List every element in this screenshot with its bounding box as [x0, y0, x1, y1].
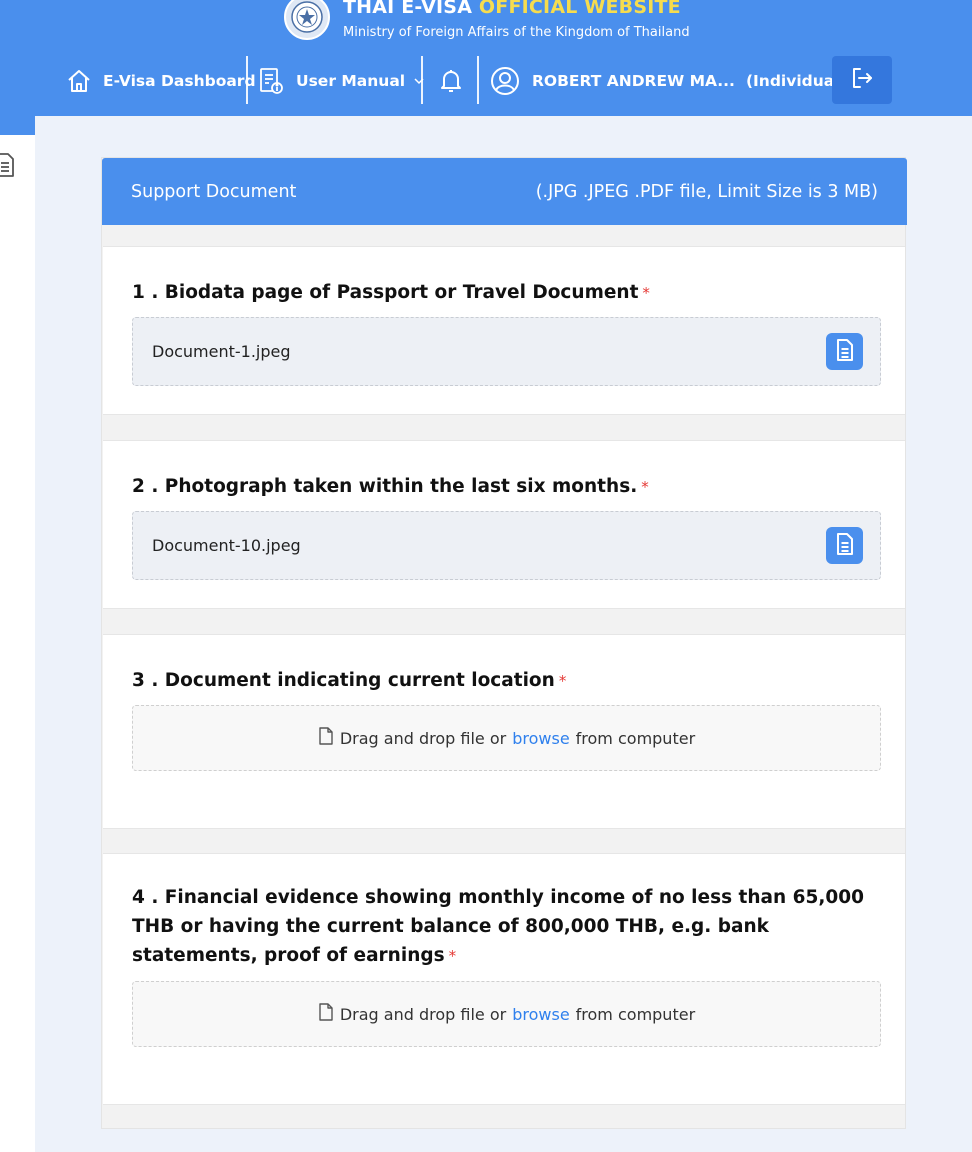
sidebar-item-active[interactable]: [0, 106, 35, 135]
section-title-text: 2 . Photograph taken within the last six…: [132, 476, 638, 497]
browse-link[interactable]: browse: [512, 1005, 569, 1024]
nav-user-manual-label: User Manual: [296, 72, 406, 90]
top-header: THAI E-VISA OFFICIAL WEBSITE Ministry of…: [0, 0, 972, 116]
dropzone-text: Drag and drop file or: [339, 1004, 507, 1024]
file-document-icon: [835, 532, 855, 560]
ministry-seal-logo: [284, 0, 330, 40]
sidebar: [0, 106, 35, 1152]
dropzone-text-suffix: from computer: [575, 728, 696, 748]
document-section-3: 3 . Document indicating current location…: [103, 634, 905, 829]
nav-dashboard[interactable]: E-Visa Dashboard: [66, 56, 256, 106]
notifications-button[interactable]: [439, 56, 463, 106]
section-title: 1 . Biodata page of Passport or Travel D…: [132, 278, 877, 308]
section-title: 3 . Document indicating current location…: [132, 666, 877, 696]
file-name: Document-1.jpeg: [152, 342, 291, 361]
site-title-highlight: OFFICIAL WEBSITE: [478, 0, 681, 18]
file-name: Document-10.jpeg: [152, 536, 301, 555]
document-section-2: 2 . Photograph taken within the last six…: [103, 440, 905, 609]
card-header: Support Document (.JPG .JPEG .PDF file, …: [102, 158, 907, 225]
file-limit-note: (.JPG .JPEG .PDF file, Limit Size is 3 M…: [535, 181, 878, 202]
bell-icon: [439, 68, 463, 94]
uploaded-file: Document-10.jpeg: [132, 511, 881, 580]
dropzone-text: Drag and drop file or: [339, 728, 507, 748]
required-marker: *: [642, 284, 650, 302]
logout-button[interactable]: [832, 56, 892, 104]
nav-divider: [246, 56, 248, 104]
user-profile-menu[interactable]: ROBERT ANDREW MA... (Individual): [490, 56, 847, 106]
user-avatar-icon: [490, 66, 520, 96]
nav-dashboard-label: E-Visa Dashboard: [103, 72, 256, 90]
view-file-button[interactable]: [826, 527, 863, 564]
section-title-text: 3 . Document indicating current location: [132, 670, 555, 691]
logout-icon: [849, 65, 875, 95]
nav-divider: [477, 56, 479, 104]
browse-link[interactable]: browse: [512, 729, 569, 748]
document-section-1: 1 . Biodata page of Passport or Travel D…: [103, 246, 905, 415]
site-title-main: THAI E-VISA: [343, 0, 479, 18]
uploaded-file: Document-1.jpeg: [132, 317, 881, 386]
user-name: ROBERT ANDREW MA...: [532, 72, 735, 90]
nav-divider: [421, 56, 423, 104]
required-marker: *: [558, 672, 567, 690]
required-marker: *: [641, 478, 649, 496]
section-title: 2 . Photograph taken within the last six…: [132, 472, 877, 502]
file-document-icon: [835, 338, 855, 366]
document-section-4: 4 . Financial evidence showing monthly i…: [103, 853, 905, 1105]
dropzone-text-suffix: from computer: [575, 1004, 696, 1024]
document-icon[interactable]: [0, 152, 16, 182]
site-subtitle: Ministry of Foreign Affairs of the Kingd…: [343, 25, 690, 40]
home-icon: [66, 68, 92, 94]
site-title: THAI E-VISA OFFICIAL WEBSITE: [343, 0, 681, 18]
view-file-button[interactable]: [826, 333, 863, 370]
chevron-down-icon: [413, 75, 425, 87]
required-marker: *: [448, 947, 457, 965]
file-dropzone[interactable]: Drag and drop file or browse from comput…: [132, 705, 881, 771]
support-document-card: Support Document (.JPG .JPEG .PDF file, …: [101, 157, 907, 1129]
section-title-text: 1 . Biodata page of Passport or Travel D…: [132, 282, 639, 303]
file-icon: [318, 1003, 334, 1025]
file-icon: [318, 727, 334, 749]
nav-user-manual[interactable]: User Manual: [258, 56, 425, 106]
file-dropzone[interactable]: Drag and drop file or browse from comput…: [132, 981, 881, 1047]
card-title: Support Document: [131, 181, 297, 202]
section-title: 4 . Financial evidence showing monthly i…: [132, 883, 877, 971]
section-title-text: 4 . Financial evidence showing monthly i…: [132, 887, 865, 966]
manual-icon: [258, 67, 284, 95]
